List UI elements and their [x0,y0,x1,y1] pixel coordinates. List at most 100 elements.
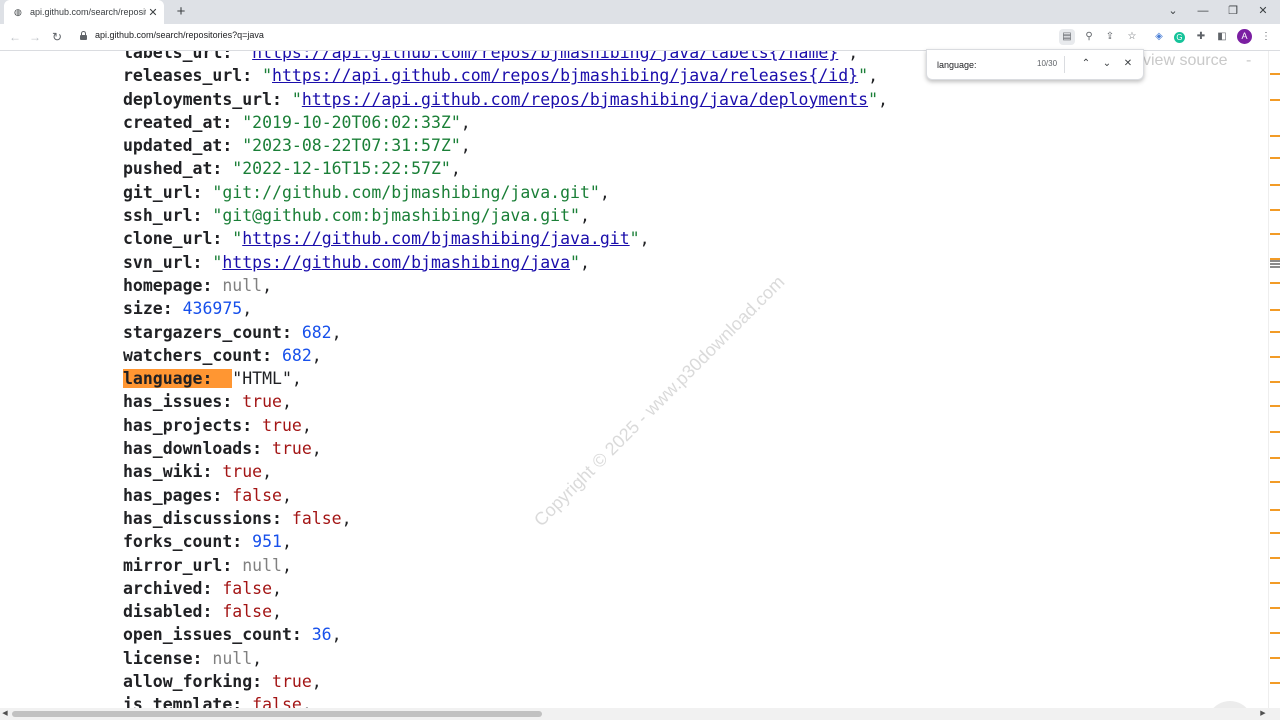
scroll-right-icon[interactable]: ▶ [1258,708,1268,720]
find-match-marker [1270,607,1280,609]
json-value: true [222,462,263,482]
address-bar[interactable]: api.github.com/search/repositories?q=jav… [95,30,264,40]
scroll-left-icon[interactable]: ◀ [0,708,10,720]
json-key: releases_url: [123,66,263,86]
comma: , [450,159,461,179]
minimize-button[interactable]: — [1188,0,1218,22]
find-close-button[interactable]: ✕ [1120,56,1136,72]
json-key: stargazers_count: [123,322,302,342]
json-line-is-template: is_template: false, [123,693,888,708]
json-value: false [252,695,302,708]
json-value: null [242,555,282,575]
reload-button[interactable]: ↻ [48,28,66,46]
json-line-has-issues: has_issues: true, [123,390,888,413]
comma: , [291,369,302,389]
side-panel-icon[interactable]: ◧ [1214,29,1230,45]
json-key: license: [123,648,213,668]
menu-kebab-icon[interactable]: ⋮ [1258,29,1274,45]
json-key: open_issues_count: [123,625,312,645]
json-line-license: license: null, [123,647,888,670]
tab-search-icon[interactable]: ⌄ [1158,0,1188,22]
view-source-label[interactable]: view source [1143,52,1227,70]
close-window-button[interactable]: ✕ [1248,0,1278,22]
quote: " [589,182,600,202]
find-input[interactable] [937,59,1032,71]
avatar[interactable]: A [1237,29,1252,44]
horizontal-scrollbar-thumb[interactable] [12,711,542,717]
json-line-updated-at: updated_at: "2023-08-22T07:31:57Z", [123,134,888,157]
bookmark-star-icon[interactable]: ☆ [1124,29,1140,45]
comma: , [341,508,352,528]
json-value: null [222,275,263,295]
comma: , [579,252,590,272]
quote: " [570,206,580,226]
json-value: 951 [252,532,282,552]
find-next-button[interactable]: ⌄ [1099,56,1115,72]
json-value: false [232,485,282,505]
json-key: has_wiki: [123,462,223,482]
extensions-puzzle-icon[interactable]: ✚ [1193,29,1209,45]
share-icon[interactable]: ⇪ [1102,29,1118,45]
json-line-watchers-count: watchers_count: 682, [123,344,888,367]
json-line-pushed-at: pushed_at: "2022-12-16T15:22:57Z", [123,157,888,180]
quote: " [242,112,253,132]
comma: , [281,485,292,505]
find-match-marker [1270,457,1280,459]
json-value: git://github.com/bjmashibing/java.git [222,182,590,202]
find-match-marker [1270,557,1280,559]
json-line-has-projects: has_projects: true, [123,414,888,437]
find-match-marker [1270,431,1280,433]
comma: , [242,299,253,319]
json-value[interactable]: https://github.com/bjmashibing/java [222,253,570,272]
json-line-created-at: created_at: "2019-10-20T06:02:33Z", [123,111,888,134]
vertical-scrollbar-thumb[interactable] [1270,260,1280,268]
find-match-marker [1270,657,1280,659]
quote: " [212,206,223,226]
json-body: labels_url: "https://api.github.com/repo… [123,51,888,708]
tab-close-icon[interactable]: ✕ [146,6,160,19]
json-key: has_projects: [123,415,263,435]
find-match-marker [1270,481,1280,483]
comma: , [281,392,292,412]
back-button[interactable]: ← [6,28,24,46]
json-value[interactable]: https://api.github.com/repos/bjmashibing… [272,66,858,85]
restore-button[interactable]: ❐ [1218,0,1248,22]
json-value[interactable]: https://github.com/bjmashibing/java.git [242,229,629,248]
json-key: mirror_url: [123,555,243,575]
json-key: has_discussions: [123,508,292,528]
json-line-language: language: "HTML", [123,367,888,390]
find-bar: 10/30 ⌃ ⌄ ✕ [926,49,1144,80]
new-tab-button[interactable]: + [172,3,190,21]
find-previous-button[interactable]: ⌃ [1078,56,1094,72]
horizontal-scrollbar[interactable]: ◀ ▶ [0,708,1280,720]
json-line-archived: archived: false, [123,577,888,600]
forward-button[interactable]: → [26,28,44,46]
grammarly-icon[interactable]: G [1174,32,1185,43]
quote: " [450,136,461,156]
json-value: 2023-08-22T07:31:57Z [252,136,451,156]
comma: , [868,66,878,86]
json-value[interactable]: https://api.github.com/repos/bjmashibing… [252,51,838,62]
comma: , [311,672,322,692]
quote: " [242,51,253,62]
json-key: homepage: [123,275,223,295]
comma: , [301,695,312,708]
json-value: 682 [301,322,332,342]
lock-icon[interactable] [80,31,87,40]
comma: , [331,625,342,645]
find-match-marker [1270,233,1280,235]
json-value[interactable]: https://api.github.com/repos/bjmashibing… [302,90,868,109]
browser-tab[interactable]: ◍ api.github.com/search/repositories ✕ [4,0,164,24]
vertical-scrollbar[interactable] [1268,51,1280,708]
find-match-marker [1270,381,1280,383]
find-match-marker [1270,209,1280,211]
comma: , [262,275,273,295]
json-key: has_pages: [123,485,233,505]
play-button[interactable] [1207,701,1253,708]
page-action-icon[interactable]: ▤ [1059,29,1075,45]
zoom-icon[interactable]: ⚲ [1081,29,1097,45]
extension-icon[interactable]: ◈ [1151,29,1167,45]
json-line-svn-url: svn_url: "https://github.com/bjmashibing… [123,251,888,274]
view-source-dash: - [1246,52,1252,69]
comma: , [272,602,282,622]
